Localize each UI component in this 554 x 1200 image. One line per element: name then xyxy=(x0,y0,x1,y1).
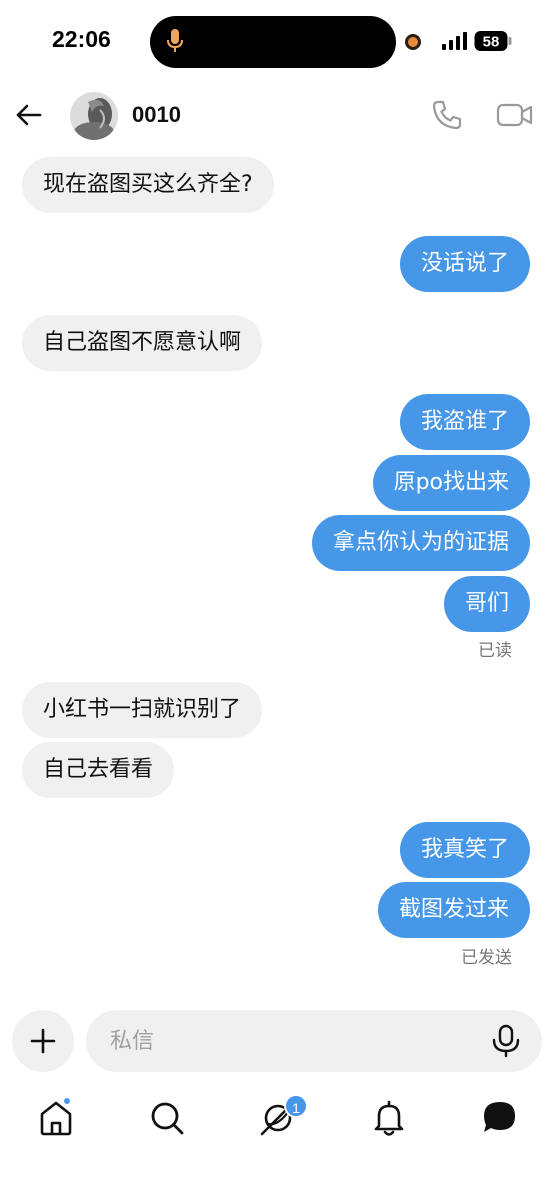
read-receipt: 已读 xyxy=(478,641,512,661)
search-icon[interactable] xyxy=(143,1094,191,1142)
phone-icon[interactable] xyxy=(430,98,464,132)
arrow-left-icon[interactable] xyxy=(14,100,44,130)
contact-avatar[interactable] xyxy=(70,92,118,140)
message-outgoing[interactable]: 我真笑了 xyxy=(399,822,530,878)
message-outgoing[interactable]: 我盗谁了 xyxy=(399,394,530,450)
status-time: 22:06 xyxy=(52,26,111,52)
message-outgoing[interactable]: 截图发过来 xyxy=(377,882,530,938)
message-incoming[interactable]: 小红书一扫就识别了 xyxy=(22,682,263,738)
dynamic-island xyxy=(150,16,396,68)
message-outgoing[interactable]: 拿点你认为的证据 xyxy=(311,515,530,571)
sent-receipt: 已发送 xyxy=(461,948,512,968)
message-input[interactable] xyxy=(86,1010,542,1072)
battery-icon: 58 xyxy=(474,31,512,51)
bell-icon[interactable] xyxy=(365,1094,413,1142)
home-icon[interactable] xyxy=(32,1094,80,1142)
video-camera-icon[interactable] xyxy=(496,100,534,130)
home-notification-dot xyxy=(62,1096,72,1106)
message-incoming[interactable]: 自己盗图不愿意认啊 xyxy=(22,315,263,371)
signal-icon xyxy=(442,32,467,50)
explore-badge: 1 xyxy=(284,1094,308,1118)
add-attachment-button[interactable] xyxy=(12,1010,74,1072)
status-bar: 22:06 58 xyxy=(0,0,554,84)
message-incoming[interactable]: 自己去看看 xyxy=(22,742,175,798)
microphone-icon[interactable] xyxy=(490,1024,522,1058)
message-incoming[interactable]: 现在盗图买这么齐全? xyxy=(22,157,274,213)
messages-icon[interactable] xyxy=(476,1094,524,1142)
microphone-indicator-icon xyxy=(167,29,183,52)
message-outgoing[interactable]: 没话说了 xyxy=(399,236,530,292)
battery-level: 58 xyxy=(483,34,500,51)
camera-in-use-dot xyxy=(405,34,421,50)
chat-header: 0010 xyxy=(0,84,554,148)
plus-icon xyxy=(30,1028,56,1054)
message-outgoing[interactable]: 哥们 xyxy=(443,576,530,632)
message-outgoing[interactable]: 原po找出来 xyxy=(372,455,530,511)
contact-name[interactable]: 0010 xyxy=(132,102,181,128)
